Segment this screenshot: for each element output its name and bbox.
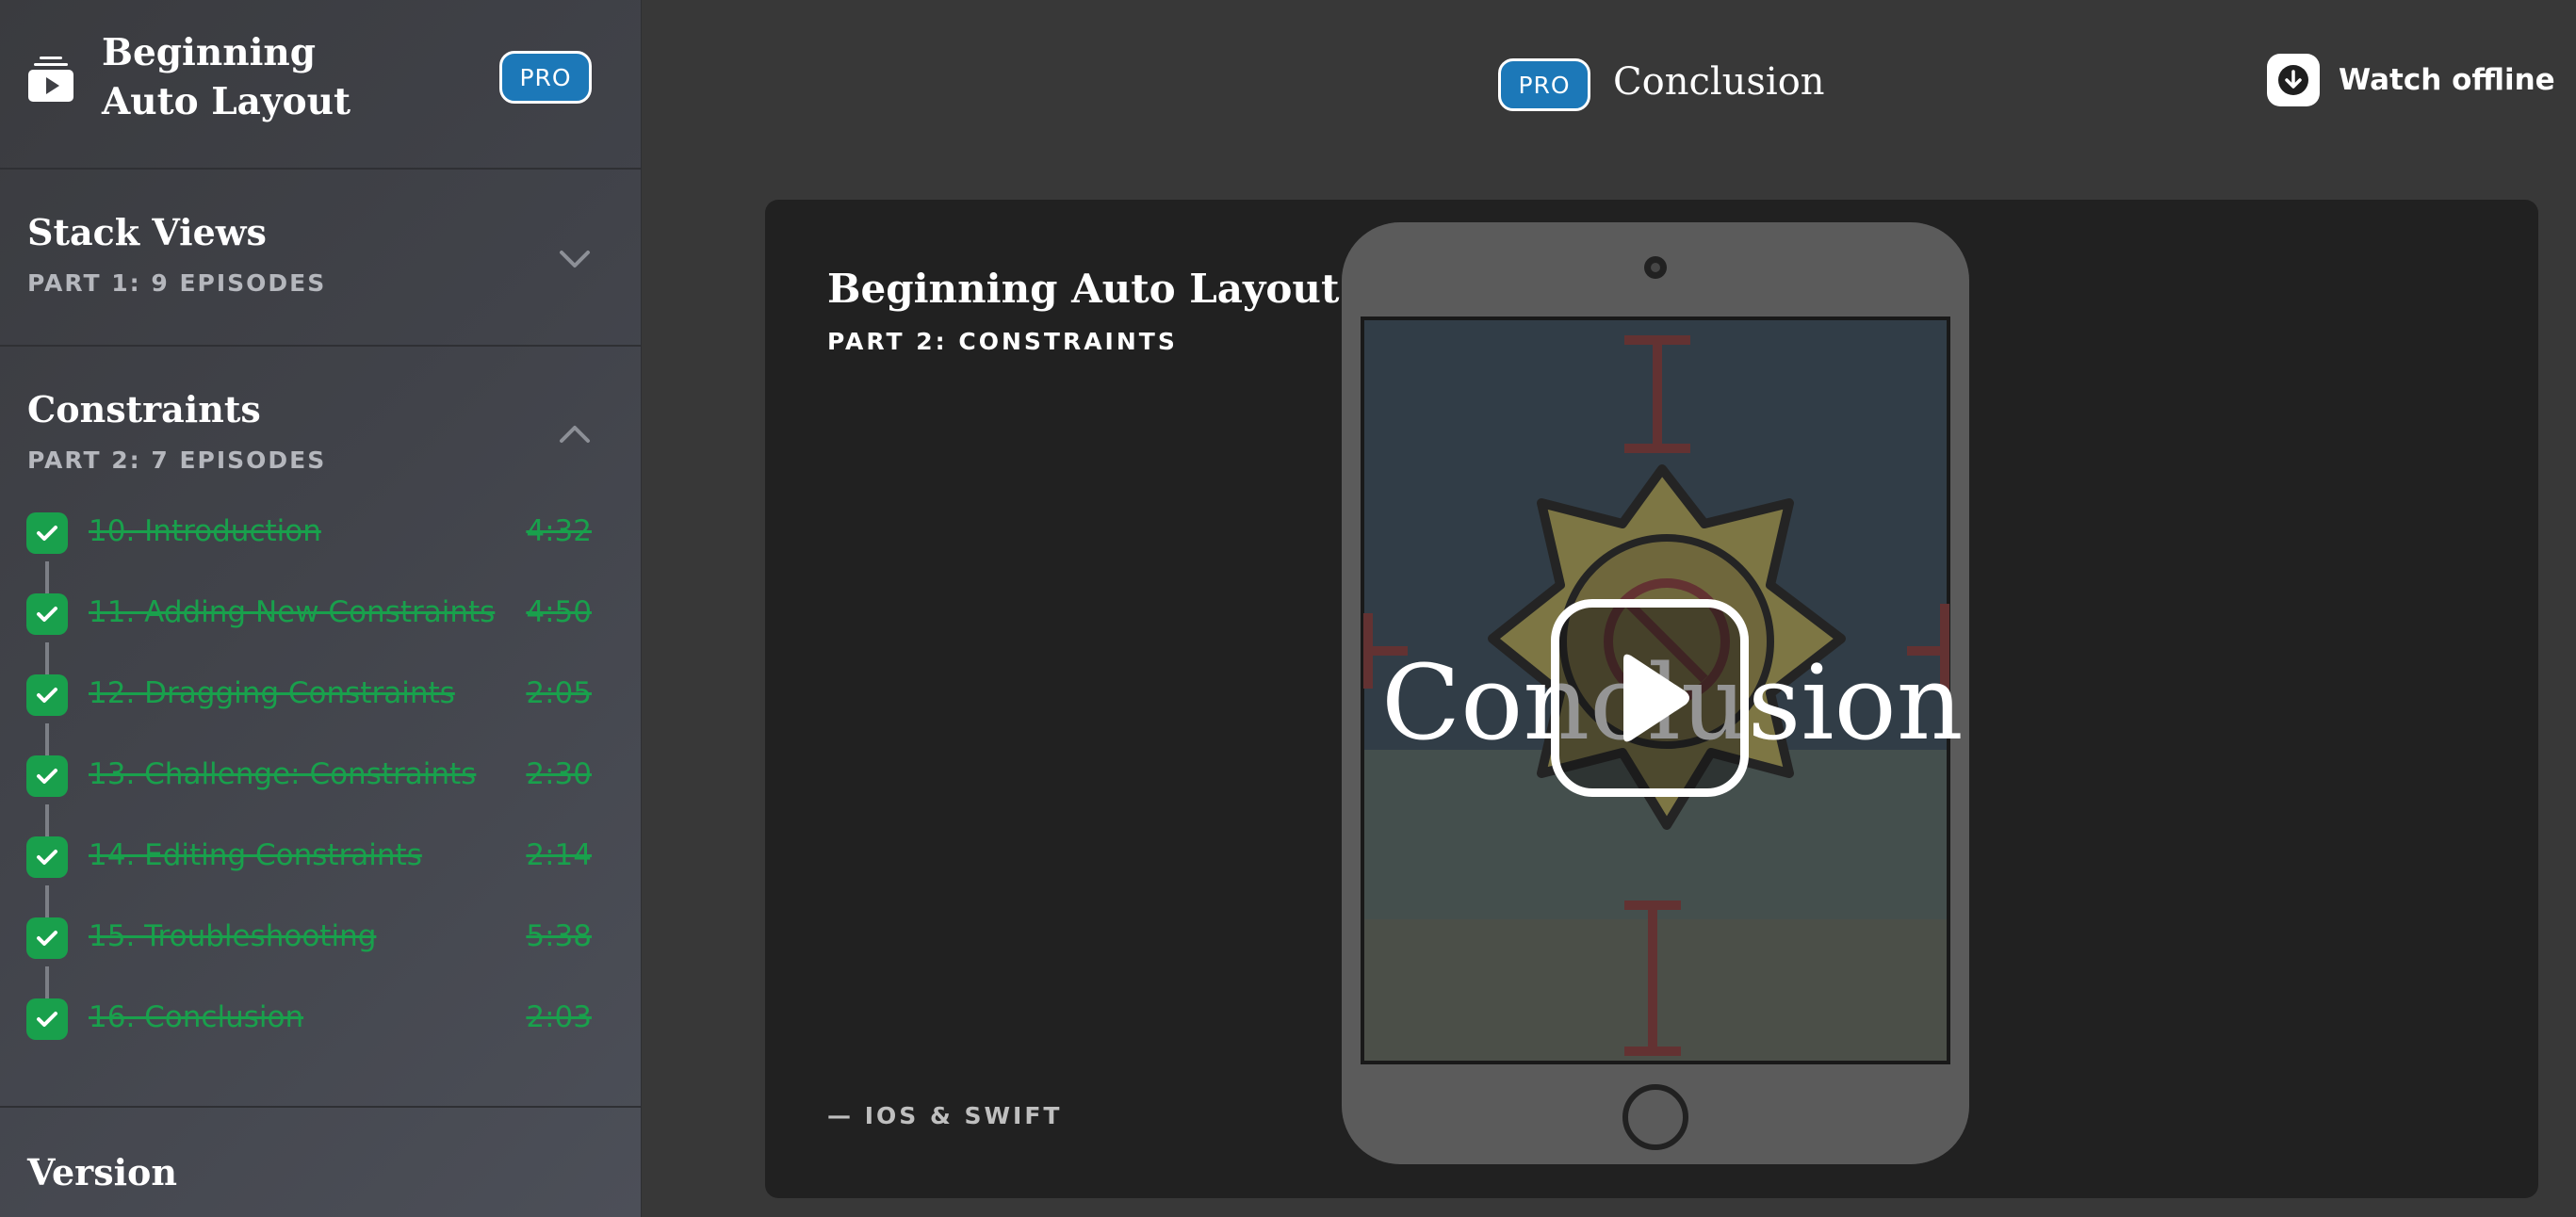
chevron-up-icon[interactable]: [556, 420, 594, 448]
watch-offline-label: Watch offline: [2339, 63, 2555, 97]
checkmark-icon: [26, 674, 68, 716]
episode-title: 11. Adding New Constraints: [89, 595, 496, 629]
episode-duration: 2:30: [526, 757, 592, 791]
player-brand-label: — IOS & SWIFT: [827, 1102, 1063, 1129]
episode-item[interactable]: 16. Conclusion 2:03: [0, 991, 641, 1047]
episode-item[interactable]: 11. Adding New Constraints 4:50: [0, 586, 641, 642]
pro-badge: PRO: [1498, 58, 1590, 111]
section-title[interactable]: Constraints: [27, 388, 261, 430]
episode-item[interactable]: 13. Challenge: Constraints 2:30: [0, 748, 641, 804]
sidebar: Beginning Auto Layout PRO Stack Views PA…: [0, 0, 642, 1217]
episode-title: 13. Challenge: Constraints: [89, 757, 477, 791]
video-library-icon: [28, 57, 73, 102]
checkmark-icon: [26, 512, 68, 554]
chevron-down-icon[interactable]: [556, 245, 594, 273]
episode-duration: 4:50: [526, 595, 592, 629]
play-button[interactable]: [1551, 599, 1749, 797]
episode-duration: 2:05: [526, 676, 592, 710]
episode-duration: 4:32: [526, 514, 592, 548]
episode-duration: 2:03: [526, 1000, 592, 1034]
pro-badge: PRO: [499, 51, 592, 104]
checkmark-icon: [26, 836, 68, 878]
section-subtitle: PART 1: 9 EPISODES: [27, 269, 327, 297]
checkmark-icon: [26, 917, 68, 959]
episode-title: 10. Introduction: [89, 514, 321, 548]
page-title: Conclusion: [1613, 60, 1825, 104]
episode-duration: 2:14: [526, 838, 592, 872]
episode-title: 16. Conclusion: [89, 1000, 304, 1034]
episode-item[interactable]: 12. Dragging Constraints 2:05: [0, 667, 641, 723]
player-part-label: PART 2: CONSTRAINTS: [827, 328, 1178, 355]
player-course-title: Beginning Auto Layout: [827, 266, 1340, 312]
section-subtitle: PART 2: 7 EPISODES: [27, 446, 327, 474]
checkmark-icon: [26, 755, 68, 797]
episode-item[interactable]: 15. Troubleshooting 5:38: [0, 910, 641, 966]
episode-item[interactable]: 10. Introduction 4:32: [0, 505, 641, 561]
checkmark-icon: [26, 998, 68, 1040]
watch-offline-button[interactable]: Watch offline: [2267, 53, 2555, 107]
section-stack-views[interactable]: Stack Views PART 1: 9 EPISODES: [0, 168, 641, 347]
episode-title: 12. Dragging Constraints: [89, 676, 455, 710]
checkmark-icon: [26, 593, 68, 635]
episode-title: 15. Troubleshooting: [89, 919, 377, 953]
play-icon: [1623, 654, 1689, 742]
section-title: Stack Views: [27, 211, 267, 253]
episode-item[interactable]: 14. Editing Constraints 2:14: [0, 829, 641, 885]
download-icon: [2267, 54, 2320, 106]
section-version[interactable]: Version: [0, 1106, 641, 1217]
section-constraints: Constraints PART 2: 7 EPISODES 10. Intro…: [0, 345, 641, 1108]
sidebar-header: Beginning Auto Layout PRO: [0, 0, 641, 170]
section-title: Version: [27, 1151, 177, 1193]
episode-title: 14. Editing Constraints: [89, 838, 422, 872]
course-title[interactable]: Beginning Auto Layout: [102, 28, 413, 126]
episode-duration: 5:38: [526, 919, 592, 953]
